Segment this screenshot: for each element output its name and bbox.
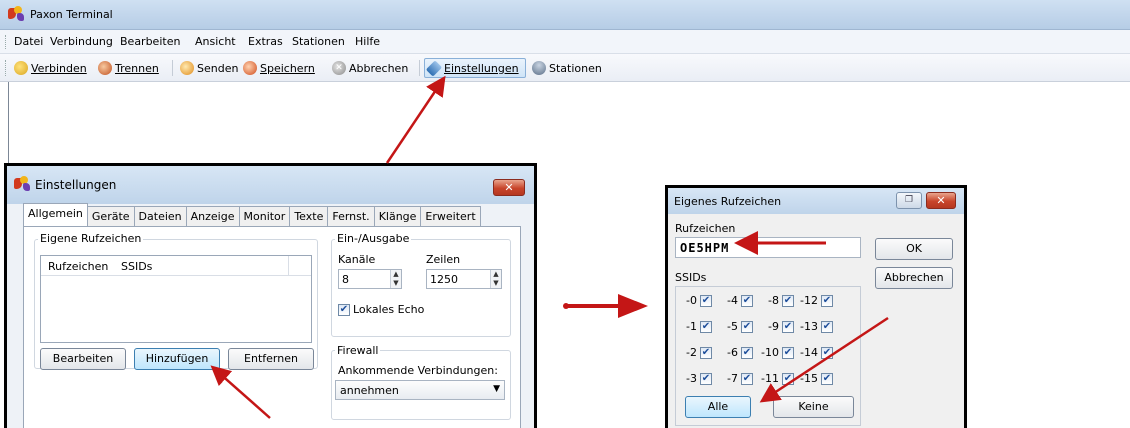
arrow-to-settings: [385, 75, 446, 164]
arrow-to-dialog-head: [618, 294, 648, 318]
arrow-to-dialog-tail: [563, 303, 569, 309]
arrow-to-all: [759, 316, 889, 403]
arrow-to-add: [210, 365, 271, 419]
annotation-arrows: [210, 75, 889, 419]
